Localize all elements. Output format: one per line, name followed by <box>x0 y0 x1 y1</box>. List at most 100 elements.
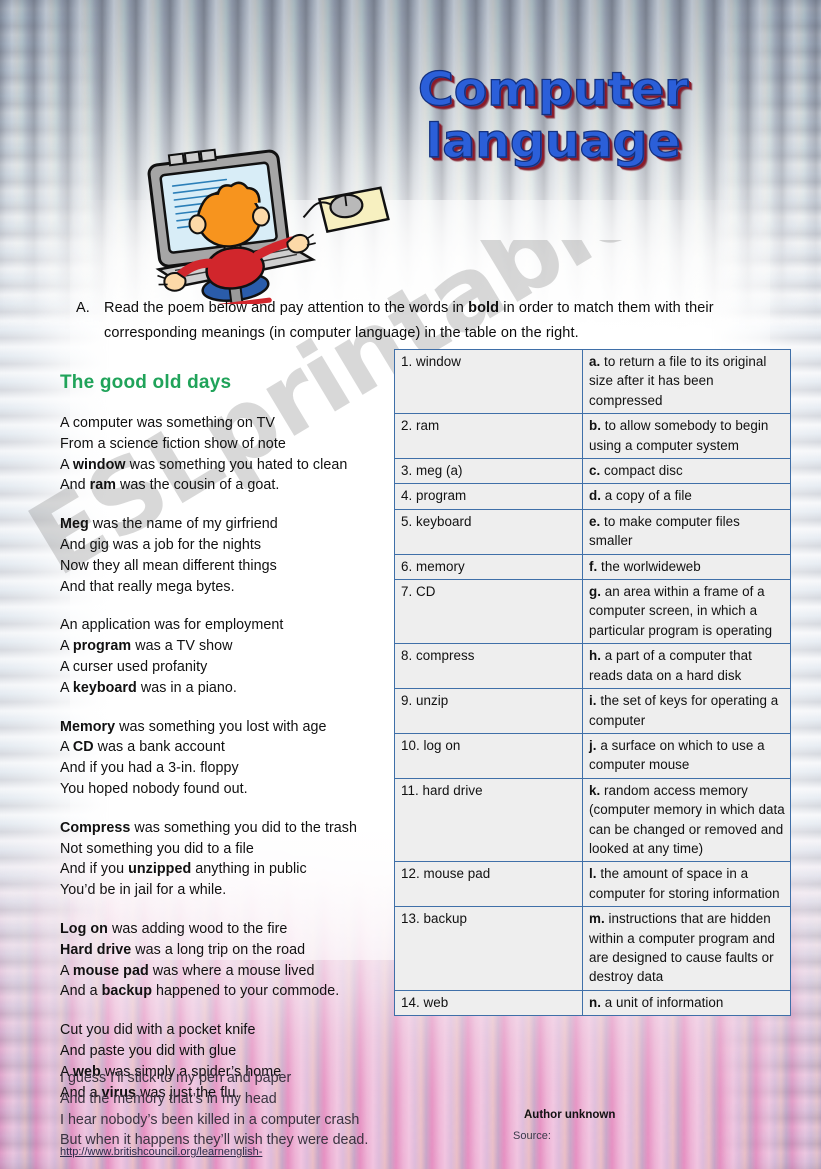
table-cell-word[interactable]: 10. log on <box>394 732 583 779</box>
poem-line: And if you unzipped anything in public <box>60 859 405 880</box>
table-cell-definition[interactable]: a. to return a file to its original size… <box>582 348 791 415</box>
table-row[interactable]: 7. CD g. an area within a frame of a comp… <box>394 579 791 645</box>
table-cell-word[interactable]: 14. web <box>394 989 583 1017</box>
definition-text: compact disc <box>600 463 683 479</box>
table-cell-word[interactable]: 4. program <box>394 483 583 510</box>
table-cell-word[interactable]: 11. hard drive <box>394 777 583 863</box>
poem-line: And if you had a 3-in. floppy <box>60 758 405 779</box>
table-cell-definition[interactable]: j. a surface on which to use a computer … <box>582 732 791 779</box>
poem-line: A program was a TV show <box>60 636 405 657</box>
table-row[interactable]: 14. web n. a unit of information <box>394 989 791 1017</box>
poem-line: A CD was a bank account <box>60 737 405 758</box>
table-cell-definition[interactable]: l. the amount of space in a computer for… <box>582 861 791 908</box>
poem-text: Cut you did with a pocket knife <box>60 1022 256 1039</box>
poem-text: was the cousin of a goat. <box>116 477 280 494</box>
table-cell-definition[interactable]: g. an area within a frame of a computer … <box>582 579 791 645</box>
poem-text: A curser used profanity <box>60 658 208 675</box>
poem-text: And gig was a job for the nights <box>60 536 262 553</box>
poem-text: And if you <box>60 861 129 878</box>
poem-text: was adding wood to the fire <box>107 920 288 937</box>
poem-keyword: Meg <box>60 516 89 533</box>
table-cell-word[interactable]: 12. mouse pad <box>394 861 583 908</box>
poem-keyword: ram <box>89 477 117 494</box>
table-cell-word[interactable]: 9. unzip <box>394 688 583 734</box>
definition-letter: n. <box>589 994 601 1010</box>
poem-stanzas: A computer was something on TV From a sci… <box>60 413 405 1103</box>
table-cell-word[interactable]: 3. meg (a) <box>394 458 583 485</box>
poem-stanza: Meg was the name of my girfriend And gig … <box>60 514 405 597</box>
poem-line: And the memory that’s in my head <box>60 1090 277 1107</box>
definition-letter: j. <box>589 737 597 753</box>
table-cell-definition[interactable]: f. the worlwideweb <box>582 553 791 581</box>
poem-line: And paste you did with glue <box>60 1041 405 1062</box>
poem-text: From a science fiction show of note <box>60 435 286 452</box>
poem-stanza: Memory was something you lost with age A … <box>60 717 405 800</box>
table-cell-definition[interactable]: m. instructions that are hidden within a… <box>582 906 791 991</box>
table-cell-word[interactable]: 6. memory <box>394 553 583 581</box>
poem-text: was a TV show <box>131 638 233 655</box>
poem-keyword: Hard drive <box>60 941 132 958</box>
definition-letter: g. <box>589 584 601 600</box>
table-cell-definition[interactable]: n. a unit of information <box>582 989 791 1017</box>
definition-text: random access memory (computer memory in… <box>589 782 785 856</box>
table-row[interactable]: 11. hard drive k. random access memory (c… <box>394 777 791 863</box>
source-url-link[interactable]: http://www.britishcouncil.org/learnengli… <box>60 1146 262 1158</box>
table-row[interactable]: 8. compress h. a part of a computer that … <box>394 643 791 690</box>
poem-stanza: Log on was adding wood to the fire Hard d… <box>60 919 405 1002</box>
poem-stanza: Compress was something you did to the tr… <box>60 818 405 901</box>
definition-letter: i. <box>589 693 597 709</box>
source-label: Source: <box>513 1130 551 1142</box>
page-title: Computer language <box>393 65 713 164</box>
poem-text: was something you did to the trash <box>130 819 357 836</box>
poem-text: was something you lost with age <box>115 718 327 735</box>
table-cell-definition[interactable]: e. to make computer files smaller <box>582 508 791 555</box>
definition-text: to allow somebody to begin using a compu… <box>589 418 769 453</box>
table-cell-word[interactable]: 1. window <box>394 348 583 415</box>
poem-line: You’d be in jail for a while. <box>60 880 405 901</box>
poem-line: And ram was the cousin of a goat. <box>60 475 405 496</box>
table-cell-definition[interactable]: k. random access memory (computer memory… <box>582 777 791 863</box>
table-cell-word[interactable]: 13. backup <box>394 906 583 991</box>
instruction-text: A. Read the poem below and pay attention… <box>76 296 736 346</box>
poem-line: And that really mega bytes. <box>60 577 405 598</box>
matching-table-body: 1. window a. to return a file to its orig… <box>394 348 791 1017</box>
table-row[interactable]: 4. program d. a copy of a file <box>394 483 791 510</box>
table-row[interactable]: 2. ram b. to allow somebody to begin usin… <box>394 413 791 460</box>
poem-heading: The good old days <box>60 372 232 393</box>
table-row[interactable]: 6. memory f. the worlwideweb <box>394 553 791 581</box>
table-row[interactable]: 5. keyboard e. to make computer files sma… <box>394 508 791 555</box>
table-cell-word[interactable]: 8. compress <box>394 643 583 690</box>
poem-line: I hear nobody’s been killed in a compute… <box>60 1111 360 1128</box>
definition-letter: a. <box>589 354 601 369</box>
poem-line: And gig was a job for the nights <box>60 535 405 556</box>
poem-text: And paste you did with glue <box>60 1042 237 1059</box>
author-credit: Author unknown <box>524 1109 616 1121</box>
table-row[interactable]: 3. meg (a) c. compact disc <box>394 458 791 485</box>
table-row[interactable]: 9. unzip i. the set of keys for operating… <box>394 688 791 734</box>
table-row[interactable]: 13. backup m. instructions that are hidde… <box>394 906 791 991</box>
definition-text: a unit of information <box>601 994 724 1010</box>
table-cell-definition[interactable]: b. to allow somebody to begin using a co… <box>582 413 791 460</box>
poem-line: From a science fiction show of note <box>60 434 405 455</box>
table-cell-definition[interactable]: h. a part of a computer that reads data … <box>582 643 791 690</box>
title-line-1: Computer <box>417 62 689 116</box>
table-cell-word[interactable]: 5. keyboard <box>394 508 583 555</box>
poem-line: A mouse pad was where a mouse lived <box>60 961 405 982</box>
poem-section: The good old days A computer was somethi… <box>60 372 405 1121</box>
table-row[interactable]: 1. window a. to return a file to its orig… <box>394 348 791 415</box>
definition-letter: k. <box>589 782 601 798</box>
table-cell-word[interactable]: 7. CD <box>394 579 583 645</box>
table-cell-definition[interactable]: d. a copy of a file <box>582 483 791 510</box>
table-row[interactable]: 12. mouse pad l. the amount of space in a… <box>394 861 791 908</box>
definition-letter: e. <box>589 513 601 529</box>
poem-line: Compress was something you did to the tr… <box>60 818 405 839</box>
poem-line: A computer was something on TV <box>60 413 405 434</box>
instruction-body: Read the poem below and pay attention to… <box>76 296 736 346</box>
table-cell-word[interactable]: 2. ram <box>394 413 583 460</box>
table-row[interactable]: 10. log on j. a surface on which to use a… <box>394 732 791 779</box>
poem-line: Meg was the name of my girfriend <box>60 514 405 535</box>
table-cell-definition[interactable]: i. the set of keys for operating a compu… <box>582 688 791 734</box>
poem-keyword: backup <box>101 983 152 1000</box>
poem-text: You’d be in jail for a while. <box>60 882 227 899</box>
table-cell-definition[interactable]: c. compact disc <box>582 458 791 485</box>
